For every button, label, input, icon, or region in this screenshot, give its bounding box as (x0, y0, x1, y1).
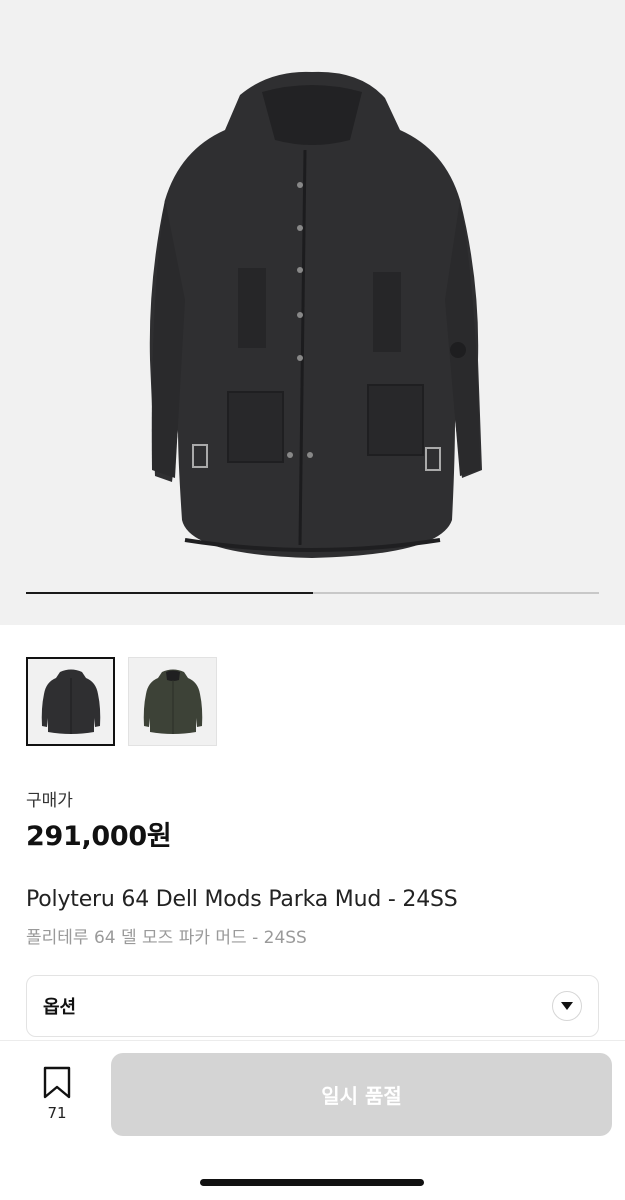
option-label: 옵션 (43, 997, 77, 1018)
thumbnail-olive[interactable] (128, 657, 217, 746)
bookmark-count: 71 (47, 1104, 67, 1122)
thumbnail-black[interactable] (26, 657, 115, 746)
thumbnail-olive-image (143, 669, 202, 734)
gallery-progress-track (26, 592, 599, 594)
parka-illustration (149, 71, 482, 558)
product-title-ko: 폴리테루 64 델 모즈 파카 머드 - 24SS (26, 928, 307, 948)
option-select[interactable]: 옵션 (26, 975, 599, 1037)
product-hero-image[interactable] (0, 0, 625, 625)
bookmark-icon (43, 1066, 71, 1099)
thumbnail-strip (26, 657, 217, 746)
bookmark-button[interactable]: 71 (36, 1066, 78, 1122)
gallery-progress-fill (26, 592, 313, 594)
product-title-en: Polyteru 64 Dell Mods Parka Mud - 24SS (26, 887, 458, 912)
thumbnail-black-image (41, 669, 100, 734)
chevron-down-icon[interactable] (552, 991, 582, 1021)
price-label: 구매가 (26, 791, 73, 811)
home-indicator (200, 1179, 424, 1186)
sold-out-button[interactable]: 일시 품절 (111, 1053, 612, 1136)
price-value: 291,000원 (26, 821, 172, 852)
